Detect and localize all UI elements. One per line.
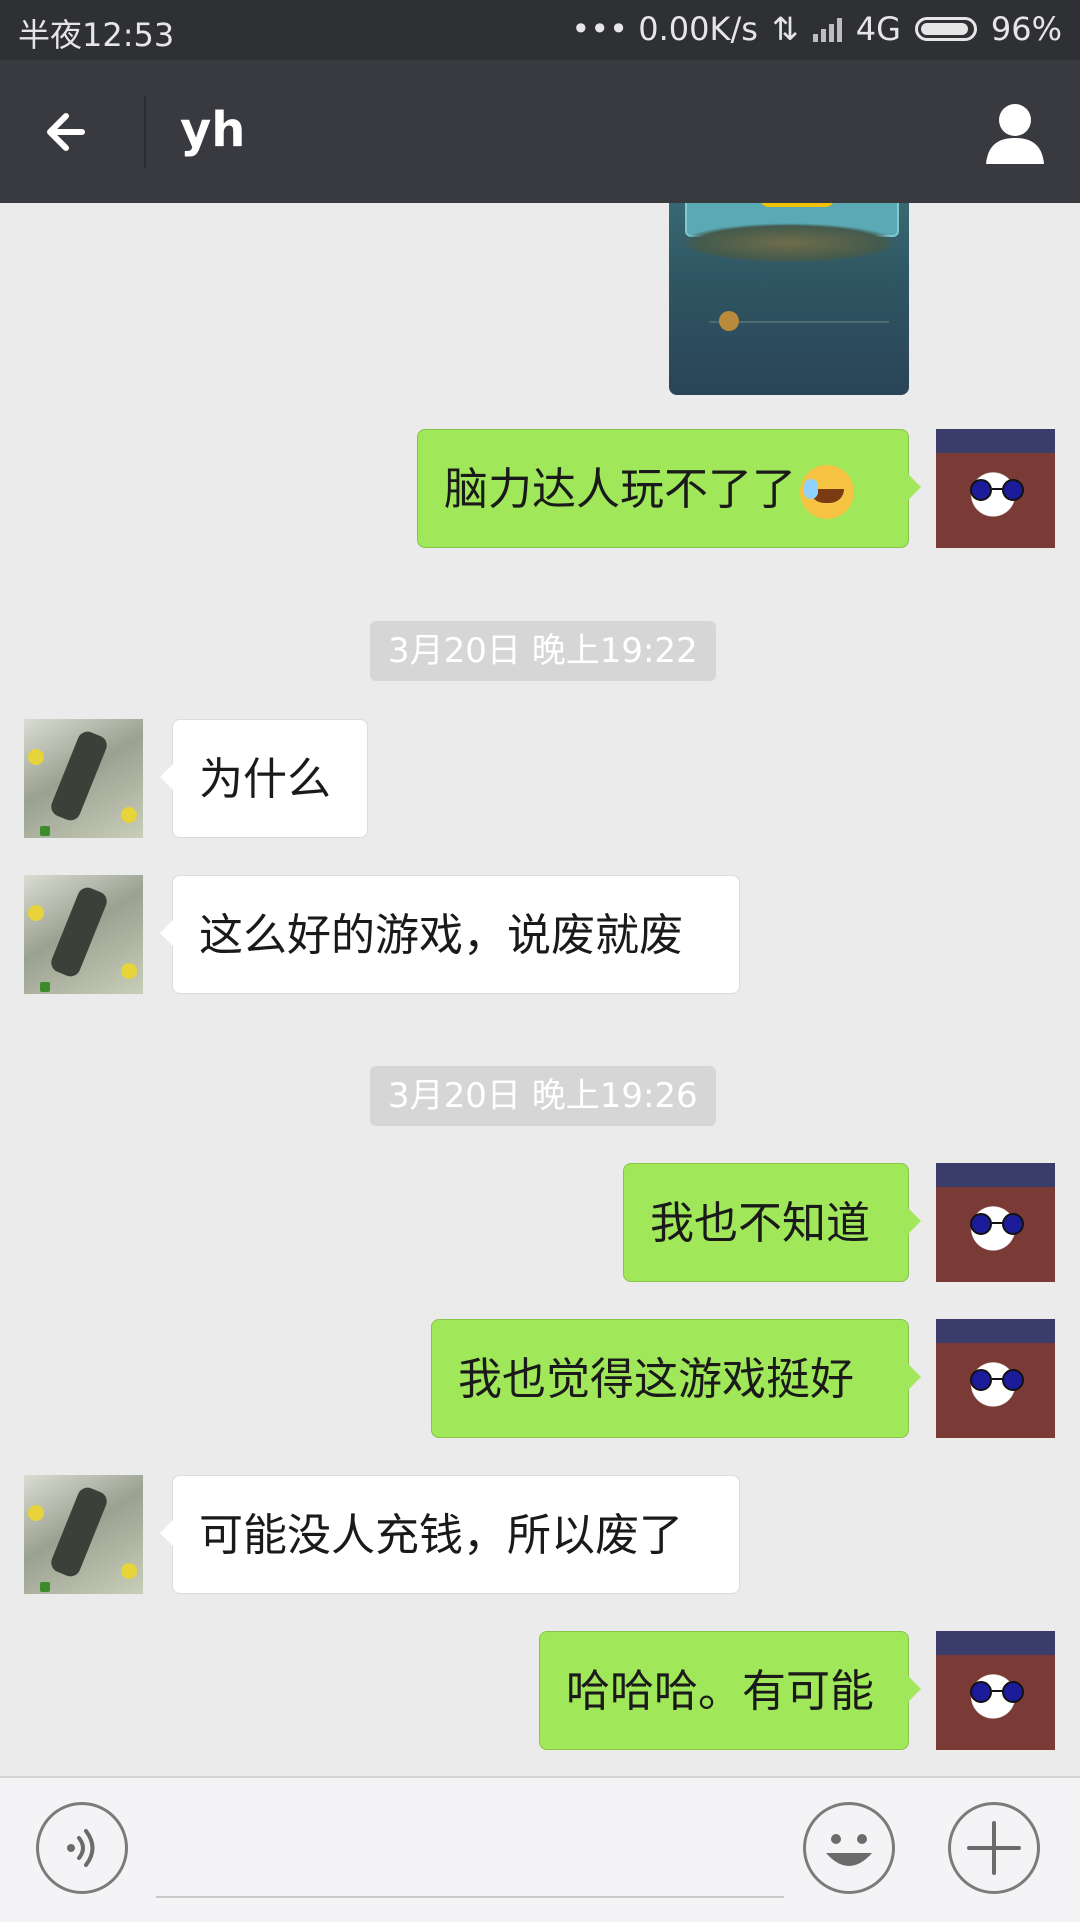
input-bar bbox=[0, 1776, 1080, 1922]
back-arrow-icon bbox=[47, 113, 85, 151]
voice-input-button[interactable] bbox=[36, 1802, 128, 1894]
status-bar: 半夜12:53 ••• 0.00K/s ⇅ 4G 96% bbox=[0, 0, 1080, 60]
smiley-icon bbox=[826, 1834, 872, 1866]
friend-avatar[interactable] bbox=[24, 1475, 143, 1594]
message-text: 脑力达人玩不了了 bbox=[444, 464, 796, 515]
network-type: 4G bbox=[855, 10, 901, 48]
message-text: 哈哈哈。有可能 bbox=[566, 1666, 874, 1717]
plus-icon bbox=[967, 1821, 1021, 1875]
crying-laughing-emoji-icon bbox=[800, 465, 854, 519]
timestamp: 3月20日 晚上19:22 bbox=[370, 621, 716, 681]
data-transfer-icon: ⇅ bbox=[771, 10, 799, 48]
back-button[interactable] bbox=[36, 96, 108, 168]
chat-header: yh bbox=[0, 60, 1080, 203]
message-bubble-sent[interactable]: 哈哈哈。有可能 bbox=[539, 1631, 921, 1750]
chat-title: yh bbox=[180, 102, 246, 158]
emoji-button[interactable] bbox=[803, 1802, 895, 1894]
message-list[interactable]: 脑力达人玩不了了 3月20日 晚上19:22 为什么 这么好的游戏，说废就废 3… bbox=[0, 203, 1080, 1776]
message-bubble-sent[interactable]: 我也觉得这游戏挺好 bbox=[431, 1319, 921, 1438]
network-speed: ••• 0.00K/s bbox=[571, 10, 758, 48]
my-avatar[interactable] bbox=[936, 1163, 1055, 1282]
more-options-button[interactable] bbox=[948, 1802, 1040, 1894]
signal-icon bbox=[812, 16, 842, 42]
battery-icon bbox=[914, 17, 977, 41]
my-avatar[interactable] bbox=[936, 1631, 1055, 1750]
message-text: 我也觉得这游戏挺好 bbox=[458, 1354, 854, 1405]
message-bubble-received[interactable]: 可能没人充钱，所以废了 bbox=[160, 1475, 740, 1594]
friend-avatar[interactable] bbox=[24, 875, 143, 994]
friend-avatar[interactable] bbox=[24, 719, 143, 838]
my-avatar[interactable] bbox=[936, 429, 1055, 548]
status-indicators: ••• 0.00K/s ⇅ 4G 96% bbox=[571, 10, 1062, 48]
message-input[interactable] bbox=[156, 1802, 784, 1898]
shared-image-message[interactable] bbox=[669, 203, 909, 395]
voice-icon bbox=[67, 1829, 95, 1867]
timestamp: 3月20日 晚上19:26 bbox=[370, 1066, 716, 1126]
contact-info-button[interactable] bbox=[980, 98, 1050, 168]
battery-percent: 96% bbox=[990, 10, 1062, 48]
message-text: 可能没人充钱，所以废了 bbox=[199, 1510, 683, 1561]
my-avatar[interactable] bbox=[936, 1319, 1055, 1438]
message-bubble-sent[interactable]: 我也不知道 bbox=[623, 1163, 921, 1282]
message-bubble-received[interactable]: 为什么 bbox=[160, 719, 368, 838]
person-icon bbox=[986, 104, 1044, 164]
message-text: 这么好的游戏，说废就废 bbox=[199, 910, 683, 961]
message-bubble-sent[interactable]: 脑力达人玩不了了 bbox=[417, 429, 921, 548]
message-text: 为什么 bbox=[199, 754, 331, 805]
header-divider bbox=[144, 96, 146, 168]
message-bubble-received[interactable]: 这么好的游戏，说废就废 bbox=[160, 875, 740, 994]
message-text: 我也不知道 bbox=[650, 1198, 870, 1249]
status-time: 半夜12:53 bbox=[18, 16, 175, 54]
